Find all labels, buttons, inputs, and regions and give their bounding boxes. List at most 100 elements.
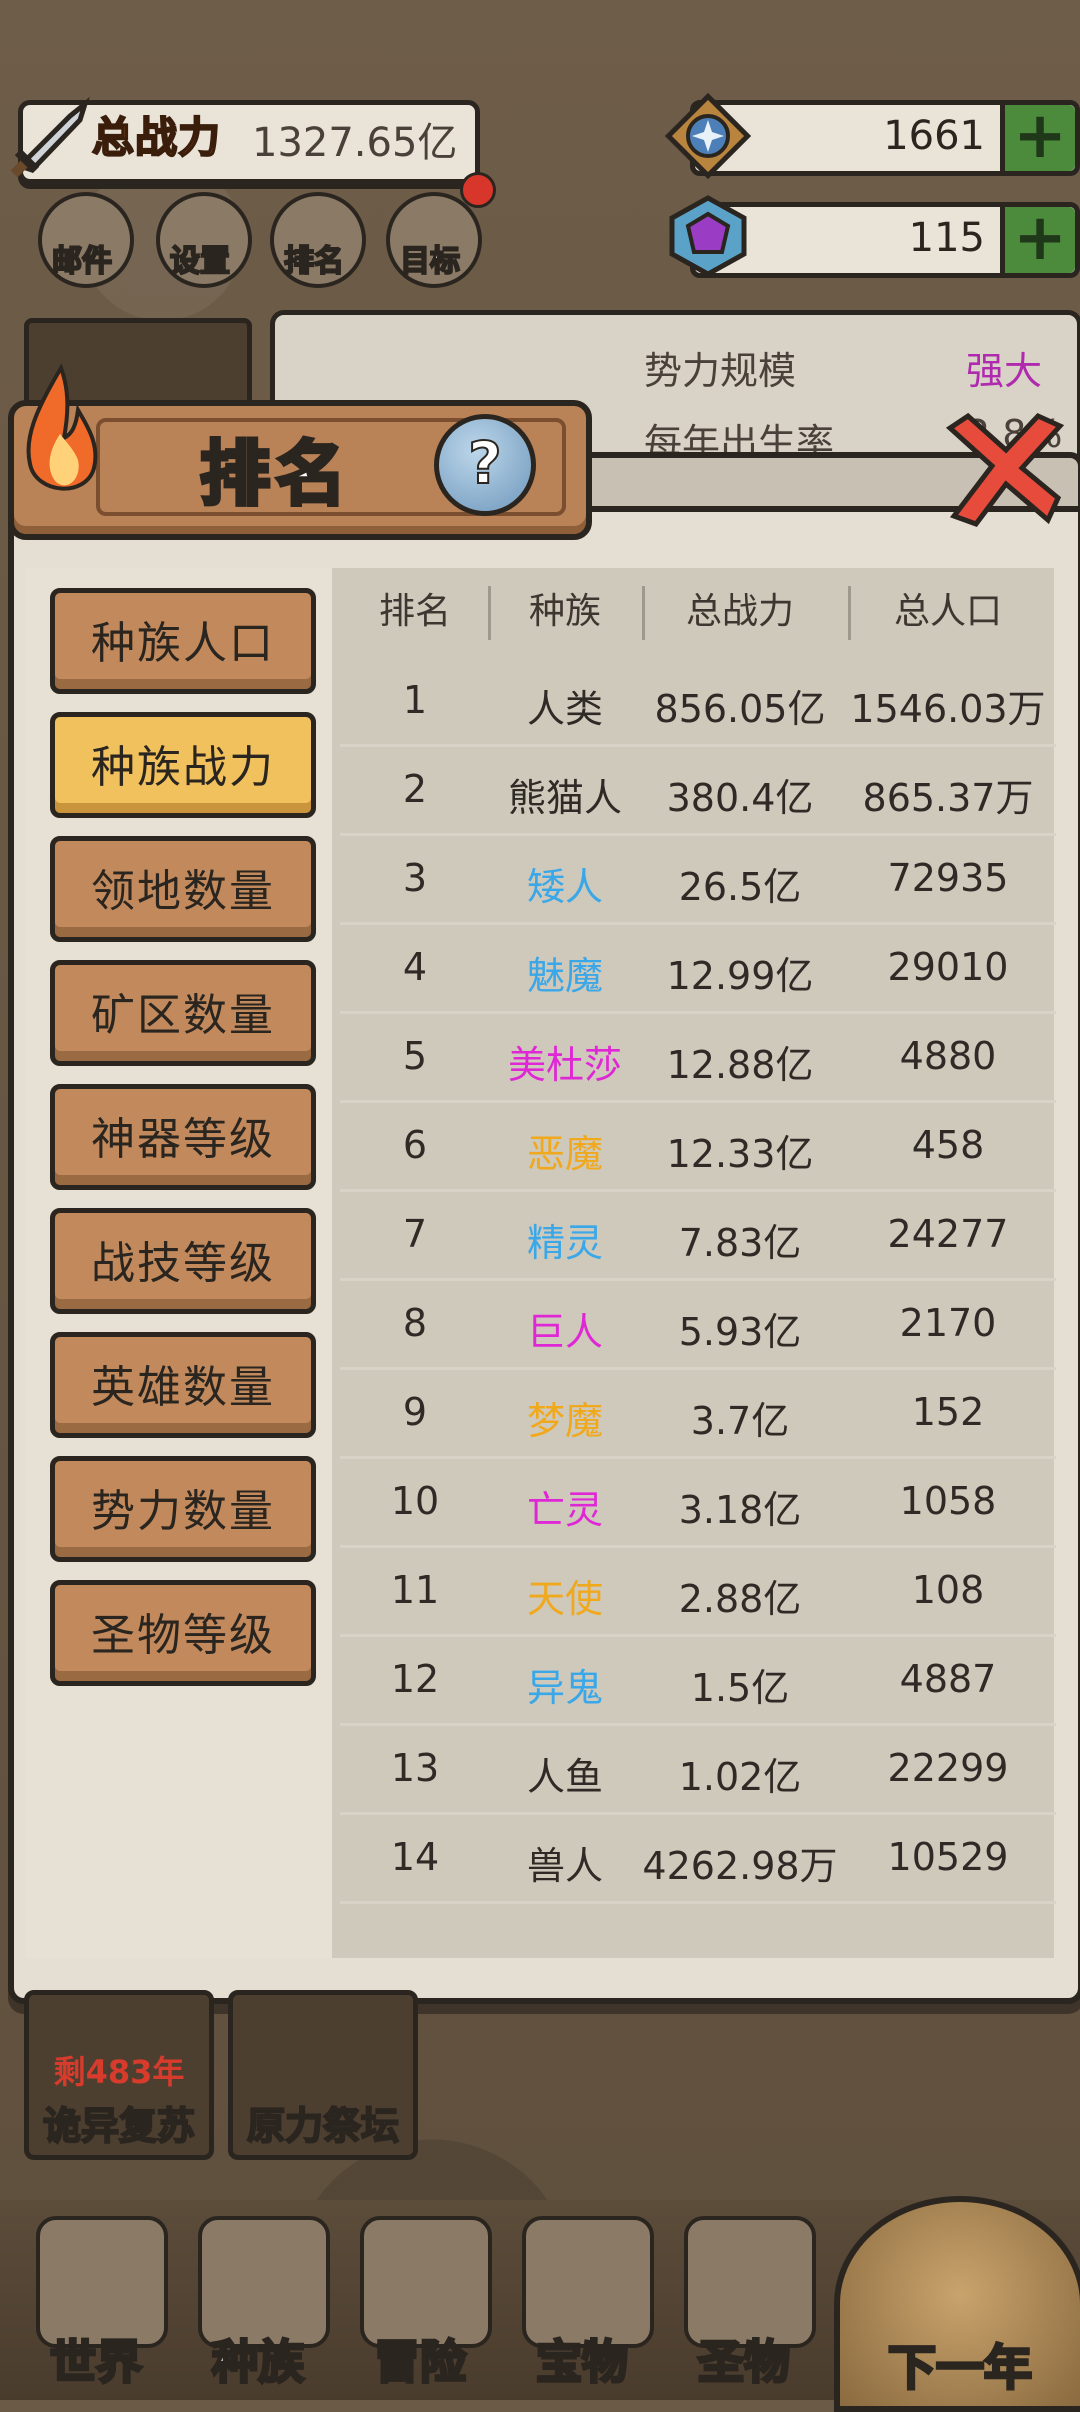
- table-row: 14 兽人 4262.98万 10529: [340, 1813, 1056, 1904]
- category-race-population[interactable]: 种族人口: [50, 588, 316, 694]
- category-race-power[interactable]: 种族战力: [50, 712, 316, 818]
- category-label: 种族战力: [91, 742, 275, 793]
- category-label: 种族人口: [91, 618, 275, 669]
- strange-revival-tile[interactable]: 剩483年 诡异复苏: [24, 1990, 214, 2160]
- faction-scale-value: 强大: [966, 349, 1043, 393]
- rank-cell: 3: [402, 856, 428, 900]
- settings-button[interactable]: 设置: [150, 186, 252, 288]
- table-row: 4 魅魔 12.99亿 29010: [340, 923, 1056, 1014]
- category-artifact-level[interactable]: 神器等级: [50, 1084, 316, 1190]
- category-label: 圣物等级: [91, 1610, 275, 1661]
- category-label: 势力数量: [91, 1486, 275, 1537]
- race-cell: 天使: [526, 1577, 603, 1621]
- category-mine-count[interactable]: 矿区数量: [50, 960, 316, 1066]
- race-cell: 异鬼: [526, 1666, 603, 1710]
- total-population-cell: 29010: [887, 945, 1009, 989]
- category-territory-count[interactable]: 领地数量: [50, 836, 316, 942]
- nav-relic[interactable]: 圣物: [664, 2216, 824, 2400]
- total-power-label: 总战力: [91, 112, 222, 163]
- category-skill-level[interactable]: 战技等级: [50, 1208, 316, 1314]
- nav-treasure[interactable]: 宝物: [502, 2216, 662, 2400]
- race-cell: 精灵: [526, 1221, 603, 1265]
- ranking-label: 排名: [283, 243, 345, 280]
- total-power-cell: 4262.98万: [642, 1844, 838, 1888]
- nav-adventure[interactable]: 冒险: [340, 2216, 500, 2400]
- rank-cell: 14: [390, 1835, 440, 1879]
- force-altar-tile[interactable]: 原力祭坛: [228, 1990, 418, 2160]
- category-label: 矿区数量: [91, 990, 275, 1041]
- next-year-label: 下一年: [886, 2339, 1033, 2398]
- faction-scale-label: 势力规模: [644, 349, 797, 393]
- header-total-power: 总战力: [685, 591, 794, 632]
- table-row: 13 人鱼 1.02亿 22299: [340, 1724, 1056, 1815]
- add-diamond-button[interactable]: +: [1000, 104, 1075, 171]
- rank-cell: 2: [402, 767, 428, 811]
- next-year-button[interactable]: 下一年: [834, 2196, 1080, 2412]
- rank-cell: 8: [402, 1301, 428, 1345]
- header-total-population: 总人口: [893, 591, 1002, 632]
- category-relic-level[interactable]: 圣物等级: [50, 1580, 316, 1686]
- total-population-cell: 1546.03万: [850, 687, 1046, 731]
- race-cell: 巨人: [526, 1310, 603, 1354]
- total-power-cell: 26.5亿: [678, 865, 802, 909]
- rank-cell: 12: [390, 1657, 440, 1701]
- total-power-cell: 380.4亿: [666, 776, 814, 820]
- race-cell: 人鱼: [526, 1755, 603, 1799]
- table-row: 1 人类 856.05亿 1546.03万: [340, 656, 1056, 747]
- total-population-cell: 458: [911, 1123, 985, 1167]
- diamond-count: 1661: [883, 113, 985, 159]
- close-icon[interactable]: [930, 398, 1070, 538]
- table-header: 排名 种族 总战力 总人口: [340, 582, 1056, 646]
- table-row: 9 梦魔 3.7亿 152: [340, 1368, 1056, 1459]
- total-population-cell: 1058: [899, 1479, 997, 1523]
- race-cell: 兽人: [526, 1844, 603, 1888]
- nav-label: 冒险: [373, 2334, 468, 2391]
- total-power-cell: 12.33亿: [666, 1132, 814, 1176]
- total-power-cell: 1.5亿: [690, 1666, 790, 1710]
- total-population-cell: 108: [911, 1568, 985, 1612]
- table-row: 6 恶魔 12.33亿 458: [340, 1101, 1056, 1192]
- race-cell: 熊猫人: [507, 776, 622, 820]
- race-cell: 魅魔: [526, 954, 603, 998]
- rank-cell: 6: [402, 1123, 428, 1167]
- race-cell: 人类: [526, 687, 603, 731]
- total-power-value: 1327.65亿: [252, 120, 458, 166]
- nav-race[interactable]: 种族: [178, 2216, 338, 2400]
- nav-world[interactable]: 世界: [16, 2216, 176, 2400]
- total-power-cell: 2.88亿: [678, 1577, 802, 1621]
- ranking-button[interactable]: 排名: [264, 186, 366, 288]
- diamond-gem-icon: [664, 92, 752, 180]
- tile-label: 原力祭坛: [246, 2103, 400, 2149]
- table-row: 11 天使 2.88亿 108: [340, 1546, 1056, 1637]
- rank-cell: 4: [402, 945, 428, 989]
- total-power-cell: 3.7亿: [690, 1399, 790, 1443]
- rank-cell: 11: [390, 1568, 440, 1612]
- table-row: 8 巨人 5.93亿 2170: [340, 1279, 1056, 1370]
- sword-icon: [10, 96, 90, 178]
- category-label: 领地数量: [91, 866, 275, 917]
- mail-button[interactable]: 邮件: [32, 186, 134, 288]
- total-population-cell: 22299: [887, 1746, 1009, 1790]
- header-race: 种族: [528, 591, 601, 632]
- category-hero-count[interactable]: 英雄数量: [50, 1332, 316, 1438]
- category-faction-count[interactable]: 势力数量: [50, 1456, 316, 1562]
- total-power-cell: 5.93亿: [678, 1310, 802, 1354]
- total-power-cell: 12.99亿: [666, 954, 814, 998]
- notification-dot: [460, 172, 496, 208]
- category-label: 神器等级: [91, 1114, 275, 1165]
- total-population-cell: 4887: [899, 1657, 997, 1701]
- countdown-text: 剩483年: [53, 2053, 185, 2091]
- modal-title: 排名: [198, 431, 352, 517]
- settings-label: 设置: [169, 243, 231, 280]
- table-row: 5 美杜莎 12.88亿 4880: [340, 1012, 1056, 1103]
- mail-label: 邮件: [51, 243, 113, 280]
- total-power-cell: 7.83亿: [678, 1221, 802, 1265]
- purple-gem-count: 115: [908, 215, 985, 261]
- total-population-cell: 24277: [887, 1212, 1009, 1256]
- help-button[interactable]: ?: [434, 414, 536, 516]
- nav-label: 世界: [49, 2334, 144, 2391]
- add-purple-gem-button[interactable]: +: [1000, 206, 1075, 273]
- total-population-cell: 4880: [899, 1034, 997, 1078]
- total-power-cell: 12.88亿: [666, 1043, 814, 1087]
- race-cell: 恶魔: [526, 1132, 603, 1176]
